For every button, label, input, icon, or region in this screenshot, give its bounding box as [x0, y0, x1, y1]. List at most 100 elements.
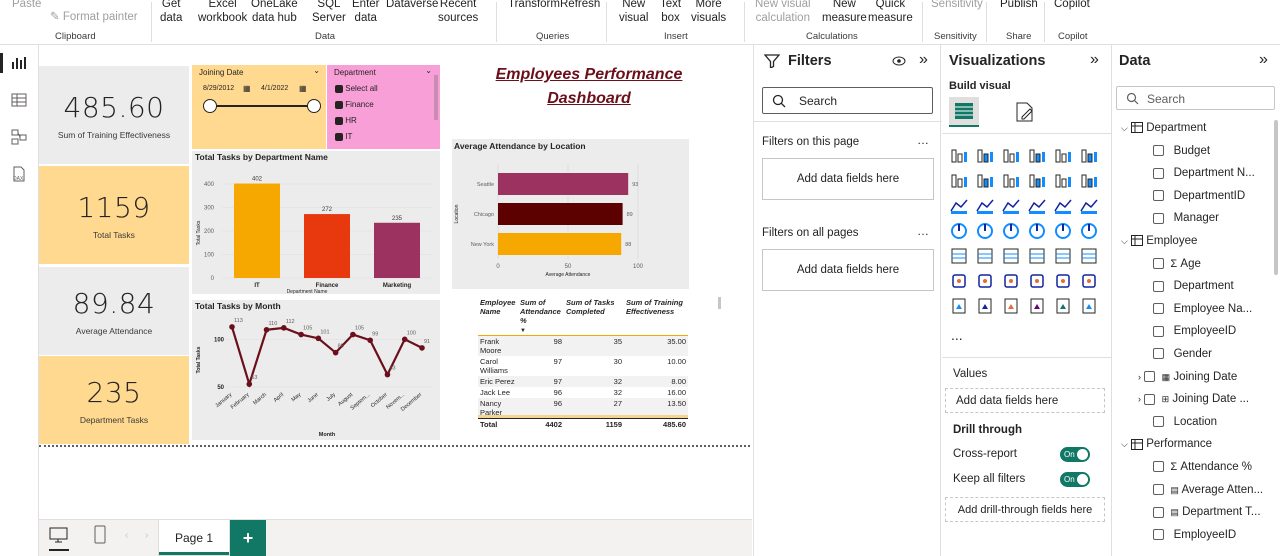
keep-all-filters-toggle[interactable]: On	[1060, 472, 1090, 487]
slider-start-handle[interactable]	[203, 99, 217, 113]
line-stacked-column-chart-icon[interactable]	[1054, 172, 1072, 190]
key-influencers-icon[interactable]	[976, 272, 994, 290]
report-view-icon[interactable]	[9, 53, 29, 73]
slicer-icon[interactable]	[1002, 247, 1020, 265]
table-header[interactable]: Sum of Attendance % ▼	[518, 297, 564, 336]
field-checkbox[interactable]	[1153, 348, 1164, 360]
table-header[interactable]: Employee Name	[478, 297, 518, 336]
field-item[interactable]: Σ Attendance %	[1153, 461, 1252, 473]
kpi-card-training[interactable]: 485.60 Sum of Training Effectiveness	[39, 66, 189, 164]
slicer-item[interactable]: Select all	[335, 81, 378, 97]
onelake-data-hub-button[interactable]: OneLake data hub	[251, 0, 298, 25]
kpi-icon[interactable]	[976, 247, 994, 265]
slider-track[interactable]	[210, 105, 314, 107]
field-checkbox[interactable]	[1153, 280, 1164, 292]
slicer-start-date[interactable]: 8/29/2012	[203, 85, 234, 92]
treemap-icon[interactable]	[950, 222, 968, 240]
table-row[interactable]: Jack Lee 96 32 16.00	[478, 387, 688, 398]
power-apps-icon[interactable]	[976, 297, 994, 315]
collapse-pane-icon[interactable]: »	[1090, 51, 1099, 69]
sensitivity-button[interactable]: Sensitivity	[931, 0, 983, 11]
table-node-employee[interactable]: ⌵ Employee	[1121, 235, 1197, 247]
field-checkbox[interactable]	[1153, 212, 1164, 224]
table-row[interactable]: Carol Williams 97 30 10.00	[478, 356, 688, 376]
field-item[interactable]: Budget	[1153, 145, 1210, 157]
field-checkbox[interactable]	[1153, 506, 1164, 518]
joining-date-slicer[interactable]: Joining Date ⌄ 8/29/2012 ▦ 4/1/2022 ▦	[192, 65, 326, 149]
field-checkbox[interactable]	[1153, 461, 1164, 473]
data-pane-scrollbar[interactable]	[1274, 120, 1278, 275]
stacked-bar-chart-icon[interactable]	[950, 147, 968, 165]
model-view-icon[interactable]	[9, 127, 29, 147]
table-row[interactable]: Eric Perez 97 32 8.00	[478, 376, 688, 387]
desktop-layout-icon[interactable]	[49, 526, 69, 547]
field-item[interactable]: Manager	[1153, 212, 1219, 224]
powerbi-visual-icon[interactable]	[1054, 297, 1072, 315]
slider-end-handle[interactable]	[307, 99, 321, 113]
field-item[interactable]: › ⊞ Joining Date ...	[1138, 393, 1249, 405]
area-chart-icon[interactable]	[976, 172, 994, 190]
field-item[interactable]: Σ Age	[1153, 258, 1201, 270]
table-scrollbar[interactable]	[718, 297, 721, 309]
build-visual-tab[interactable]	[949, 97, 979, 127]
field-item[interactable]: DepartmentID	[1153, 190, 1245, 202]
dataverse-button[interactable]: Dataverse	[386, 0, 438, 11]
field-item[interactable]: Department	[1153, 280, 1234, 292]
table-header[interactable]: Sum of Training Effectiveness	[624, 297, 688, 336]
stacked-column-chart-icon[interactable]	[976, 147, 994, 165]
field-item[interactable]: Gender	[1153, 348, 1212, 360]
field-item[interactable]: Employee Na...	[1153, 303, 1252, 315]
table-icon[interactable]	[1028, 247, 1046, 265]
format-visual-icon[interactable]	[1014, 101, 1036, 126]
ribbon-chart-icon[interactable]	[1028, 172, 1046, 190]
collapse-pane-icon[interactable]: »	[1259, 51, 1268, 69]
python-visual-icon[interactable]	[950, 272, 968, 290]
smart-narrative-icon[interactable]	[1054, 272, 1072, 290]
kpi-card-total-tasks[interactable]: 1159 Total Tasks	[39, 166, 189, 264]
data-search-input[interactable]: Search	[1116, 86, 1275, 110]
filters-page-dropzone[interactable]: Add data fields here	[762, 158, 934, 200]
funnel-alt-chart-icon[interactable]	[1002, 197, 1020, 215]
more-options-icon[interactable]: …	[917, 224, 929, 238]
department-slicer[interactable]: Department ⌄ Select all Finance HR IT	[327, 65, 440, 149]
scatter-chart-icon[interactable]	[1028, 197, 1046, 215]
kpi-card-department-tasks[interactable]: 235 Department Tasks	[39, 356, 189, 444]
matrix-icon[interactable]	[1054, 247, 1072, 265]
filled-map-icon[interactable]	[1002, 222, 1020, 240]
filters-search-input[interactable]: Search	[762, 87, 933, 114]
attendance-by-location-chart[interactable]: Average Attendance by Location 0 50 100 93 S…	[452, 139, 689, 289]
trophy-icon[interactable]	[1080, 272, 1098, 290]
refresh-button[interactable]: Refresh	[560, 0, 600, 11]
donut-chart-icon[interactable]	[1080, 197, 1098, 215]
field-checkbox[interactable]	[1153, 258, 1164, 270]
collapse-pane-icon[interactable]: »	[919, 51, 928, 69]
field-item[interactable]: Location	[1153, 416, 1217, 428]
employee-table[interactable]: Employee Name Sum of Attendance % ▼ Sum o…	[478, 297, 721, 435]
azure-map-icon[interactable]	[1028, 222, 1046, 240]
pie-chart-icon[interactable]	[1054, 197, 1072, 215]
field-checkbox[interactable]	[1144, 371, 1156, 383]
values-dropzone[interactable]: Add data fields here	[945, 388, 1105, 413]
add-page-button[interactable]: +	[230, 520, 266, 556]
field-checkbox[interactable]	[1144, 393, 1156, 405]
table-node-performance[interactable]: ⌵ Performance	[1121, 438, 1212, 450]
funnel-chart-icon[interactable]	[976, 197, 994, 215]
paginated-report-icon[interactable]	[950, 297, 968, 315]
copilot-button[interactable]: Copilot	[1054, 0, 1090, 11]
card-icon[interactable]	[1080, 222, 1098, 240]
new-measure-button[interactable]: New measure	[822, 0, 867, 25]
qa-icon[interactable]	[1028, 272, 1046, 290]
field-item[interactable]: › ▦ Joining Date	[1138, 371, 1237, 383]
new-visual-button[interactable]: New visual	[619, 0, 648, 25]
publish-button[interactable]: Publish	[1000, 0, 1038, 11]
multi-row-card-icon[interactable]	[950, 247, 968, 265]
arcgis-map-icon[interactable]	[1028, 297, 1046, 315]
r-visual-icon[interactable]	[1080, 247, 1098, 265]
transform-button[interactable]: Transform	[508, 0, 560, 11]
field-checkbox[interactable]	[1153, 145, 1164, 157]
sql-server-button[interactable]: SQL Server	[312, 0, 346, 25]
field-checkbox[interactable]	[1153, 190, 1164, 202]
drill-through-dropzone[interactable]: Add drill-through fields here	[945, 497, 1105, 522]
get-data-button[interactable]: Get data	[160, 0, 182, 25]
more-visuals-icon[interactable]: ...	[951, 327, 963, 343]
